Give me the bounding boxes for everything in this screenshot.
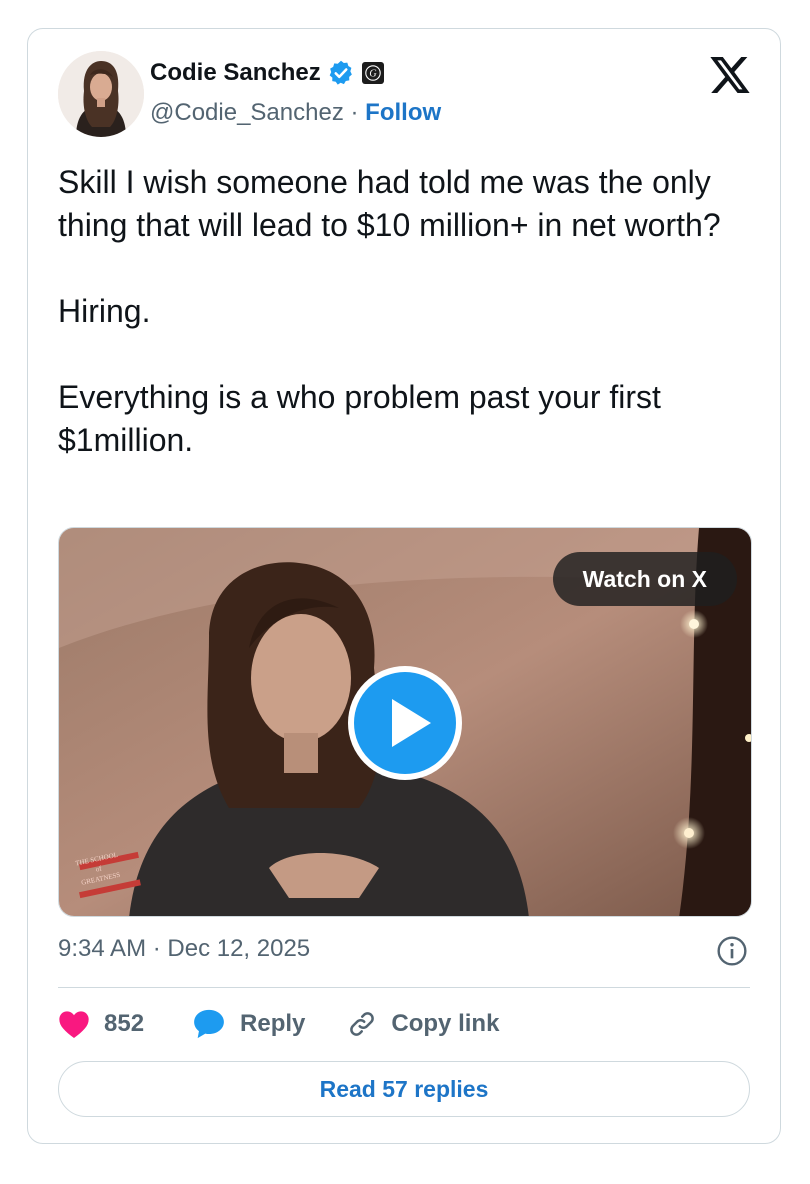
read-replies-label: Read 57 replies [319, 1075, 489, 1102]
handle-row: @Codie_Sanchez · Follow [150, 99, 441, 127]
follow-button[interactable]: Follow [365, 99, 441, 126]
watch-on-x-label: Watch on X [582, 565, 707, 592]
reply-bubble-icon [194, 1009, 224, 1039]
like-count: 852 [104, 1010, 145, 1037]
svg-text:G: G [369, 69, 376, 80]
info-icon[interactable] [716, 935, 748, 967]
verified-badge-icon [329, 60, 352, 85]
link-icon [350, 1012, 375, 1036]
heart-icon [59, 1011, 89, 1038]
reply-button[interactable]: Reply [192, 1008, 305, 1040]
handle-separator: · [350, 99, 359, 126]
copy-link-label: Copy link [391, 1010, 500, 1037]
like-button[interactable]: 852 [58, 1009, 144, 1039]
tweet-timestamp[interactable]: 9:34 AM · Dec 12, 2025 [58, 935, 310, 963]
divider [58, 987, 750, 988]
author-name[interactable]: Codie Sanchez [150, 59, 321, 87]
tweet-text: Skill I wish someone had told me was the… [58, 161, 758, 462]
tweet-card: Codie Sanchez G @Codie_Sanchez · Follow … [27, 28, 781, 1144]
tweet-paragraph: Skill I wish someone had told me was the… [58, 164, 721, 243]
copy-link-button[interactable]: Copy link [347, 1009, 499, 1039]
avatar[interactable] [58, 51, 144, 137]
play-button-icon[interactable] [346, 664, 464, 782]
watch-on-x-button[interactable]: Watch on X [552, 552, 737, 606]
author-name-row: Codie Sanchez G [150, 59, 385, 87]
x-logo-icon[interactable] [710, 57, 750, 93]
reply-label: Reply [240, 1010, 306, 1037]
author-handle[interactable]: @Codie_Sanchez [150, 99, 344, 126]
tweet-actions: 852 Reply Copy link [58, 1007, 499, 1041]
tweet-paragraph: Everything is a who problem past your fi… [58, 379, 661, 458]
affiliate-badge-icon: G [361, 62, 384, 84]
avatar-image [58, 51, 144, 137]
video-media[interactable]: THE SCHOOL of GREATNESS Watch on X [58, 527, 752, 917]
tweet-paragraph: Hiring. [58, 293, 151, 329]
read-replies-button[interactable]: Read 57 replies [58, 1061, 750, 1117]
